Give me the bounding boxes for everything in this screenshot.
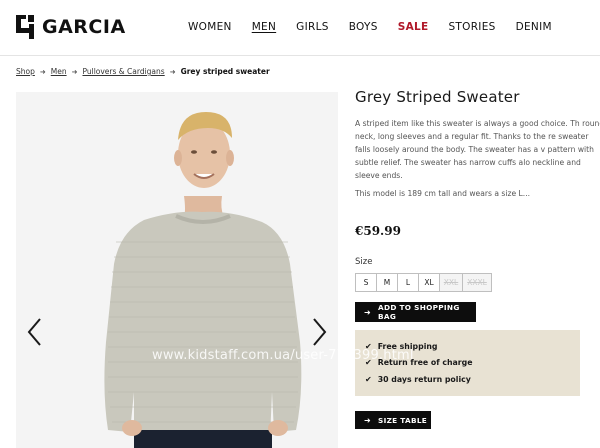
product-info: Grey Striped Sweater A striped item like… (355, 88, 600, 429)
nav-item-women[interactable]: WOMEN (188, 21, 232, 33)
model-note: This model is 189 cm tall and wears a si… (355, 189, 531, 198)
size-option-xxxl: XXXL (462, 273, 492, 292)
size-option-xl[interactable]: XL (418, 273, 440, 292)
nav-item-sale[interactable]: SALE (398, 21, 429, 33)
benefit-label: 30 days return policy (377, 374, 471, 384)
breadcrumb-pullovers[interactable]: Pullovers & Cardigans (82, 67, 164, 76)
size-table-button[interactable]: ➜ SIZE TABLE (355, 411, 431, 429)
site-header: GARCIA WOMEN MEN GIRLS BOYS SALE STORIES… (0, 0, 600, 56)
product-title: Grey Striped Sweater (355, 88, 520, 106)
nav-item-men[interactable]: MEN (252, 21, 276, 33)
benefit-item: ✔ 30 days return policy (365, 371, 570, 388)
nav-item-boys[interactable]: BOYS (349, 21, 378, 33)
nav-item-girls[interactable]: GIRLS (296, 21, 329, 33)
product-gallery (16, 92, 338, 448)
garcia-logo-icon (16, 15, 34, 39)
product-description: A striped item like this sweater is alwa… (355, 119, 600, 180)
size-option-m[interactable]: M (376, 273, 398, 292)
add-to-bag-label: ADD TO SHOPPING BAG (378, 303, 460, 321)
breadcrumb-men[interactable]: Men (51, 67, 67, 76)
breadcrumb-current: Grey striped sweater (180, 67, 270, 76)
arrow-right-icon: ➜ (364, 415, 372, 425)
nav-item-stories[interactable]: STORIES (448, 21, 495, 33)
arrow-right-icon: ➜ (169, 67, 176, 76)
benefits-box: ✔ Free shipping ✔ Return free of charge … (355, 330, 580, 396)
brand-logo[interactable]: GARCIA (16, 15, 126, 39)
breadcrumb: Shop ➜ Men ➜ Pullovers & Cardigans ➜ Gre… (16, 67, 270, 76)
product-photo[interactable] (16, 92, 338, 448)
product-price: €59.99 (355, 224, 401, 238)
arrow-right-icon: ➜ (39, 67, 46, 76)
check-icon: ✔ (365, 374, 372, 384)
main-nav: WOMEN MEN GIRLS BOYS SALE STORIES DENIM (188, 21, 572, 33)
arrow-right-icon: ➜ (364, 307, 372, 317)
breadcrumb-shop[interactable]: Shop (16, 67, 35, 76)
size-option-s[interactable]: S (355, 273, 377, 292)
chevron-right-icon[interactable] (310, 317, 328, 347)
chevron-left-icon[interactable] (26, 317, 44, 347)
arrow-right-icon: ➜ (71, 67, 78, 76)
size-label: Size (355, 257, 373, 267)
size-selector: S M L XL XXL XXXL (355, 273, 600, 292)
size-option-xxl: XXL (439, 273, 463, 292)
size-option-l[interactable]: L (397, 273, 419, 292)
add-to-bag-button[interactable]: ➜ ADD TO SHOPPING BAG (355, 302, 476, 322)
watermark-text: www.kidstaff.com.ua/user-776399.html (152, 348, 414, 363)
size-table-label: SIZE TABLE (378, 415, 428, 425)
brand-name: GARCIA (42, 16, 126, 38)
nav-item-denim[interactable]: DENIM (516, 21, 552, 33)
